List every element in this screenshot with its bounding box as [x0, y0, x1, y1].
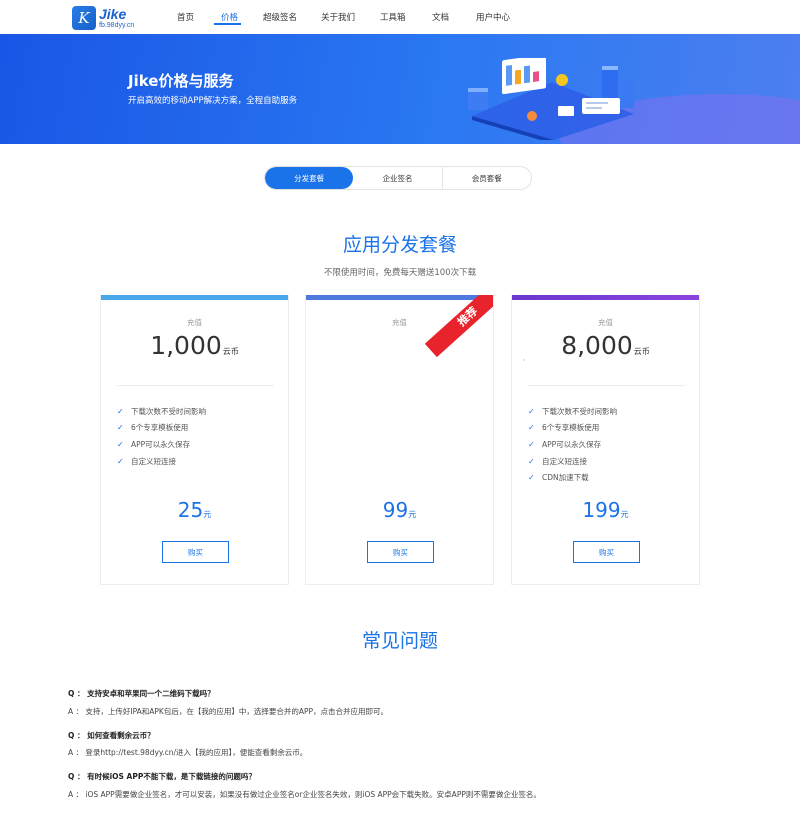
check-icon: ✓ [117, 456, 124, 466]
nav-item-docs[interactable]: 文档 [432, 11, 449, 23]
buy-button-basic[interactable]: 购买 [162, 541, 229, 563]
pricing-card-recommended: 推荐 充值 99元 购买 [305, 295, 494, 585]
faq-answer: A ： 登录http://test.98dyy.cn/进入【我的应用】，便能查看… [68, 748, 308, 757]
feature-item: ✓ APP可以永久保存 [528, 436, 617, 453]
logo-sub: fb.98dyy.cn [99, 21, 135, 29]
check-icon: ✓ [117, 406, 124, 416]
pricing-title: 应用分发套餐 [342, 234, 457, 256]
site-header: K Jike fb.98dyy.cn 首页 价格 超级签名 关于我们 工具箱 文… [0, 0, 800, 34]
card-label: 充值 [598, 318, 613, 327]
faq-title: 常见问题 [361, 630, 438, 652]
buy-button-premium[interactable]: 购买 [573, 541, 640, 563]
check-icon: ✓ [117, 423, 124, 433]
check-icon: ✓ [528, 406, 535, 416]
feature-list: ✓ 下载次数不受时间影响 ✓ 6个专享模板使用 ✓ APP可以永久保存 ✓ 自定义短连接… [528, 403, 617, 486]
faq-question: Q ： 有时候iOS APP不能下载，是下载链接的问题吗？ [68, 772, 256, 781]
card-label: 充值 [187, 318, 202, 327]
tab-distribution[interactable]: 分发套餐 [265, 167, 354, 189]
feature-item: ✓ 下载次数不受时间影响 [117, 403, 206, 420]
faq-answer: A ： iOS APP需要做企业签名，才可以安装，如果没有做过企业签名or企业签… [68, 790, 541, 799]
card-amount-unit: 云币 [633, 347, 650, 356]
feature-item: ✓ 6个专享模板使用 [117, 420, 206, 437]
faq-question: Q ： 如何查看剩余云币？ [68, 731, 155, 740]
card-price-unit: 元 [408, 510, 417, 519]
banner-title: Jike价格与服务 [128, 72, 234, 90]
nav-item-user-center[interactable]: 用户中心 [476, 11, 510, 23]
nav-item-super-sign[interactable]: 超级签名 [263, 11, 297, 23]
nav-item-pricing[interactable]: 价格 [221, 11, 238, 23]
feature-item: ✓ CDN加速下载 [528, 469, 617, 486]
card-divider [117, 385, 274, 386]
feature-text: CDN加速下载 [542, 473, 589, 483]
tab-enterprise-sign[interactable]: 企业签名 [353, 167, 443, 189]
feature-text: APP可以永久保存 [542, 439, 602, 449]
pricing-card-premium: 充值 8,000云币 ✓ 下载次数不受时间影响 ✓ 6个专享模板使用 ✓ APP可以永… [511, 295, 700, 585]
feature-item: ✓ 6个专享模板使用 [528, 420, 617, 437]
check-icon: ✓ [117, 439, 124, 449]
package-tabs: 分发套餐 企业签名 会员套餐 [264, 166, 532, 190]
buy-button-recommended[interactable]: 购买 [367, 541, 434, 563]
feature-text: 下载次数不受时间影响 [131, 406, 206, 416]
logo-name: Jike [99, 5, 127, 22]
faq-question: Q ： 支持安卓和苹果同一个二维码下载吗？ [68, 689, 215, 698]
card-amount-value: 8,000 [561, 331, 633, 360]
card-top-bar [101, 295, 288, 300]
card-amount-unit: 云币 [222, 347, 239, 356]
logo-mark-icon: K [72, 5, 96, 30]
card-price-value: 99 [382, 498, 409, 522]
feature-item: ✓ 自定义短连接 [528, 453, 617, 470]
card-price: 99元 [306, 498, 493, 522]
card-price-unit: 元 [203, 510, 212, 519]
feature-item: ✓ 下载次数不受时间影响 [528, 403, 617, 420]
check-icon: ✓ [528, 473, 535, 483]
card-price-value: 199 [582, 498, 621, 522]
hero-banner: Jike价格与服务 开启高效的移动APP解决方案，全程自助服务 [0, 34, 800, 144]
banner-subtitle: 开启高效的移动APP解决方案，全程自助服务 [128, 96, 298, 106]
site-logo[interactable]: K Jike fb.98dyy.cn [72, 5, 134, 30]
feature-text: 6个专享模板使用 [542, 423, 600, 433]
card-amount-value: 1,000 [150, 331, 222, 360]
card-top-bar [512, 295, 699, 300]
stray-mark: ' [523, 358, 525, 366]
nav-item-home[interactable]: 首页 [177, 11, 194, 23]
pricing-card-basic: 充值 1,000云币 ✓ 下载次数不受时间影响 ✓ 6个专享模板使用 ✓ APP可以永… [100, 295, 289, 585]
nav-active-underline [214, 23, 241, 25]
card-amount: 1,000云币 [101, 331, 288, 360]
feature-item: ✓ 自定义短连接 [117, 453, 206, 470]
feature-text: 自定义短连接 [131, 456, 176, 466]
nav-item-toolbox[interactable]: 工具箱 [380, 11, 406, 23]
card-divider [528, 385, 685, 386]
card-label: 充值 [392, 318, 407, 327]
check-icon: ✓ [528, 423, 535, 433]
card-price: 199元 [512, 498, 699, 522]
isometric-illustration-icon [468, 58, 634, 140]
nav-item-about[interactable]: 关于我们 [321, 11, 355, 23]
card-price-unit: 元 [620, 510, 629, 519]
feature-text: 6个专享模板使用 [131, 423, 189, 433]
card-price-value: 25 [177, 498, 204, 522]
feature-item: ✓ APP可以永久保存 [117, 436, 206, 453]
feature-text: APP可以永久保存 [131, 439, 191, 449]
card-price: 25元 [101, 498, 288, 522]
pricing-subtitle: 不限使用时间，免费每天赠送100次下载 [323, 268, 477, 278]
check-icon: ✓ [528, 456, 535, 466]
logo-text: Jike fb.98dyy.cn [99, 7, 134, 29]
tab-membership[interactable]: 会员套餐 [443, 167, 531, 189]
check-icon: ✓ [528, 439, 535, 449]
feature-text: 自定义短连接 [542, 456, 587, 466]
card-amount: 8,000云币 [512, 331, 699, 360]
feature-text: 下载次数不受时间影响 [542, 406, 617, 416]
card-top-bar [306, 295, 493, 300]
feature-list: ✓ 下载次数不受时间影响 ✓ 6个专享模板使用 ✓ APP可以永久保存 ✓ 自定义短连接 [117, 403, 206, 469]
faq-answer: A ： 支持，上传好IPA和APK包后，在【我的应用】中，选择要合并的APP，点… [68, 707, 389, 716]
